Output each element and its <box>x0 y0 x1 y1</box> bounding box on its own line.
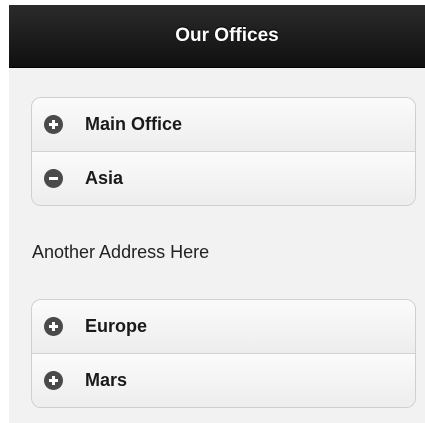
collapsible-set-bottom: Europe Mars <box>31 299 416 408</box>
page-title: Our Offices <box>175 25 279 46</box>
app-frame: Our Offices Main Office Asia Another Add… <box>9 5 425 423</box>
collapsible-europe[interactable]: Europe <box>32 300 415 353</box>
office-address: Another Address Here <box>32 241 210 262</box>
collapsible-set-top: Main Office Asia <box>31 97 416 206</box>
collapsible-label: Europe <box>85 316 148 336</box>
collapsible-label: Asia <box>85 168 124 188</box>
plus-circle-icon <box>44 371 63 390</box>
plus-circle-icon <box>44 115 63 134</box>
collapsible-label: Mars <box>85 370 128 390</box>
collapsible-main-office[interactable]: Main Office <box>32 98 415 151</box>
collapsible-label: Main Office <box>85 114 183 134</box>
plus-circle-icon <box>44 317 63 336</box>
collapsible-asia[interactable]: Asia <box>32 151 415 205</box>
collapsible-content-asia: Another Address Here <box>31 205 414 299</box>
collapsible-mars[interactable]: Mars <box>32 353 415 407</box>
header-bar: Our Offices <box>9 5 425 68</box>
minus-circle-icon <box>44 169 63 188</box>
